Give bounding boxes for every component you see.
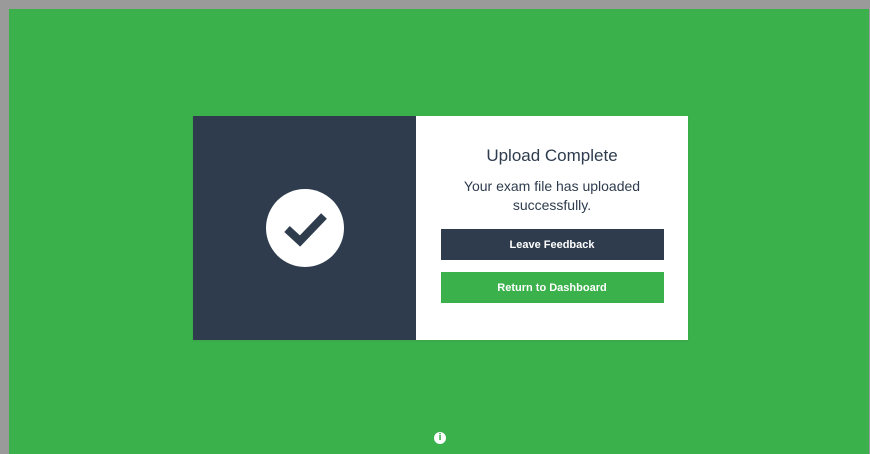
upload-complete-dialog: Upload Complete Your exam file has uploa… bbox=[193, 116, 688, 340]
dialog-icon-panel bbox=[193, 116, 416, 340]
checkmark-circle bbox=[265, 189, 344, 267]
checkmark-icon bbox=[283, 213, 327, 247]
return-to-dashboard-button[interactable]: Return to Dashboard bbox=[440, 272, 664, 303]
app-screen: Upload Complete Your exam file has uploa… bbox=[9, 9, 869, 454]
info-icon[interactable]: i bbox=[434, 432, 446, 444]
dialog-content-panel: Upload Complete Your exam file has uploa… bbox=[416, 116, 688, 340]
dialog-message: Your exam file has uploaded successfully… bbox=[463, 178, 641, 213]
dialog-title: Upload Complete bbox=[486, 146, 618, 165]
leave-feedback-button[interactable]: Leave Feedback bbox=[440, 229, 664, 260]
